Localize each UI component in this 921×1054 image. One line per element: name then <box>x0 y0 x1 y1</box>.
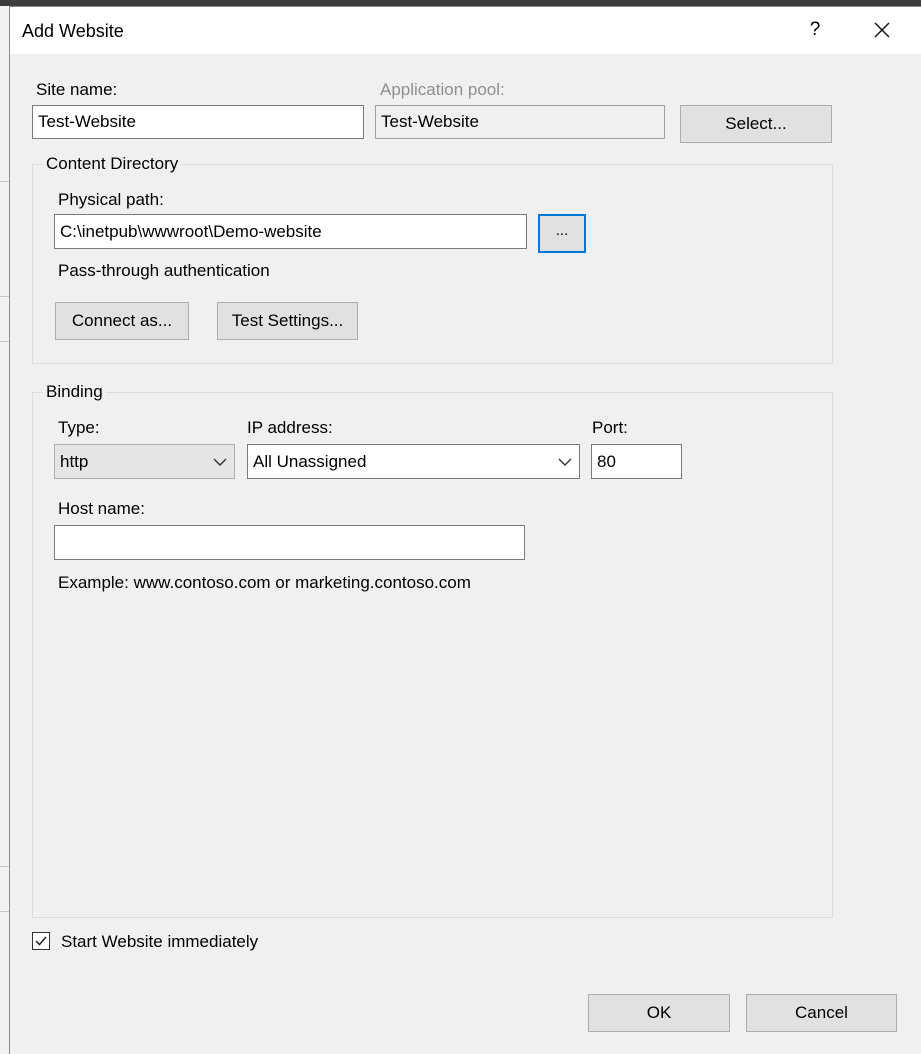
port-input[interactable] <box>591 444 682 479</box>
application-pool-field <box>375 105 665 139</box>
binding-type-label: Type: <box>58 418 100 437</box>
ip-address-select[interactable]: All Unassigned <box>247 444 580 479</box>
ip-address-value: All Unassigned <box>253 451 367 471</box>
binding-type-value: http <box>60 451 89 471</box>
browse-path-button[interactable]: ... <box>538 214 586 253</box>
add-website-dialog: Add Website ? Site name: Application poo… <box>9 6 921 1054</box>
ip-address-label: IP address: <box>247 418 333 437</box>
close-icon <box>874 22 890 38</box>
connect-as-button[interactable]: Connect as... <box>55 302 189 340</box>
test-settings-button[interactable]: Test Settings... <box>217 302 358 340</box>
dialog-titlebar[interactable]: Add Website ? <box>10 7 921 54</box>
binding-legend: Binding <box>43 382 106 402</box>
host-name-input[interactable] <box>54 525 525 560</box>
site-name-input[interactable] <box>32 105 364 139</box>
dialog-title: Add Website <box>22 21 124 41</box>
checkmark-icon <box>35 936 47 946</box>
chevron-down-icon <box>213 458 227 466</box>
ok-button[interactable]: OK <box>588 994 730 1032</box>
binding-type-select[interactable]: http <box>54 444 235 479</box>
application-pool-label: Application pool: <box>380 80 505 99</box>
site-name-label: Site name: <box>36 80 118 99</box>
physical-path-input[interactable] <box>54 214 527 249</box>
port-label: Port: <box>592 418 628 437</box>
chevron-down-icon <box>558 458 572 466</box>
content-directory-legend: Content Directory <box>43 154 182 174</box>
host-name-example: Example: www.contoso.com or marketing.co… <box>58 573 471 592</box>
passthrough-auth-label: Pass-through authentication <box>58 261 270 280</box>
start-website-checkbox[interactable] <box>32 932 50 950</box>
help-button[interactable]: ? <box>805 19 825 41</box>
close-button[interactable] <box>870 18 894 42</box>
cancel-button[interactable]: Cancel <box>746 994 897 1032</box>
host-name-label: Host name: <box>58 499 145 518</box>
start-website-label: Start Website immediately <box>61 932 259 951</box>
physical-path-label: Physical path: <box>58 190 164 209</box>
select-app-pool-button[interactable]: Select... <box>680 105 832 143</box>
